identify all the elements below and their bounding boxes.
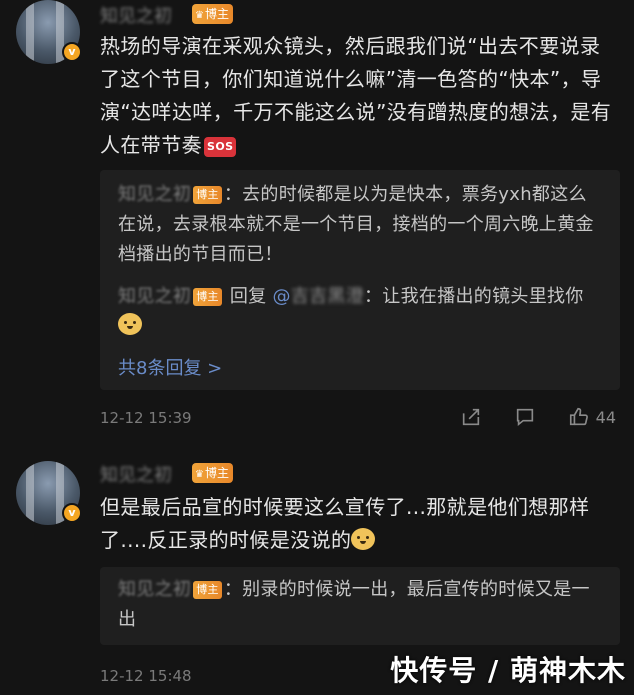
sos-emoji-icon: SOS	[204, 137, 237, 157]
crown-icon: ♛	[195, 469, 204, 480]
share-icon[interactable]	[460, 406, 482, 428]
comment-actions: 44	[460, 406, 616, 428]
comment-icon[interactable]	[514, 406, 536, 428]
reply-username[interactable]: 知见之初	[118, 579, 191, 600]
doge-emoji-icon	[118, 313, 142, 335]
author-badge: 博主	[193, 186, 222, 204]
timestamp: 12-12 15:39	[100, 409, 192, 427]
author-badge: ♛博主	[192, 463, 233, 483]
mention-link[interactable]: @吉吉黑澄	[272, 286, 364, 307]
reply-item[interactable]: 知见之初 博主 ：别录的时候说一出，最后宣传的时候又是一出	[118, 575, 604, 635]
reply-item[interactable]: 知见之初 博主 回复 @吉吉黑澄：让我在播出的镜头里找你	[118, 282, 604, 342]
replies-panel[interactable]: 知见之初 博主 ：别录的时候说一出，最后宣传的时候又是一出	[100, 567, 620, 645]
doge-emoji-icon	[351, 528, 376, 550]
comment-item: v 知见之初 ♛博主 热场的导演在采观众镜头，然后跟我们说“出去不要说录了这个节…	[0, 0, 634, 450]
reply-username[interactable]: 知见之初	[118, 286, 191, 307]
username[interactable]: 知见之初	[100, 2, 172, 28]
author-badge: 博主	[193, 581, 222, 599]
timestamp: 12-12 15:48	[100, 667, 192, 685]
comment-text: 热场的导演在采观众镜头，然后跟我们说“出去不要说录了这个节目，你们知道说什么嘛”…	[100, 34, 612, 157]
like-count: 44	[595, 407, 616, 427]
verified-icon: v	[62, 503, 82, 523]
username[interactable]: 知见之初	[100, 461, 172, 487]
author-badge: 博主	[193, 288, 222, 306]
comment-text: 但是最后品宣的时候要这么宣传了...那就是他们想那样了....反正录的时候是没说…	[100, 495, 590, 552]
replies-panel[interactable]: 知见之初 博主 ：去的时候都是以为是快本，票务yxh都这么在说，去录根本就不是一个节…	[100, 170, 620, 390]
crown-icon: ♛	[195, 10, 204, 21]
reply-text: ：让我在播出的镜头里找你	[364, 286, 584, 307]
view-more-replies-link[interactable]: 共8条回复 >	[118, 354, 222, 380]
reply-username[interactable]: 知见之初	[118, 184, 191, 205]
thumbs-up-icon	[569, 407, 588, 426]
author-badge: ♛博主	[192, 4, 233, 24]
watermark: 快传号 / 萌神木木	[390, 654, 626, 687]
like-button[interactable]: 44	[568, 406, 616, 428]
reply-item[interactable]: 知见之初 博主 ：去的时候都是以为是快本，票务yxh都这么在说，去录根本就不是一个节…	[118, 180, 604, 270]
verified-icon: v	[62, 42, 82, 62]
